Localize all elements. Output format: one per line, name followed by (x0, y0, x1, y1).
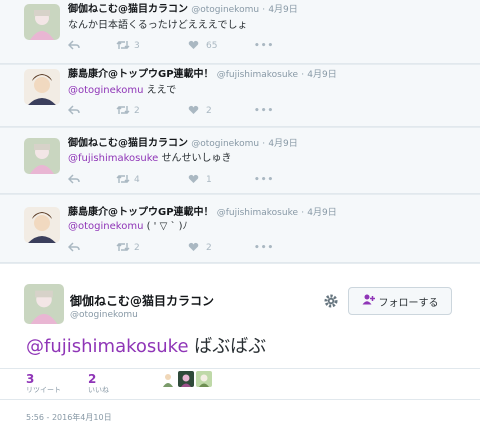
retweet-icon[interactable] (116, 105, 130, 119)
avatar[interactable] (178, 371, 194, 387)
more-icon[interactable]: ••• (254, 105, 274, 117)
tweet-actions: 2 2 ••• (67, 242, 278, 256)
retweet-count: 3 (26, 372, 35, 386)
tweet-header: 藤島康介@トップウGP連載中！ @fujishimakosuke · 4月9日 (68, 69, 337, 80)
avatar[interactable] (160, 371, 176, 387)
tweet-time[interactable]: 4月9日 (307, 70, 336, 80)
heart-icon[interactable] (188, 242, 199, 256)
like-count: 2 (206, 243, 212, 253)
tweet-text: @otoginekomu ( ' ▽ ` )ﾉ (68, 221, 188, 233)
tweet-mention[interactable]: @otoginekomu (68, 221, 143, 232)
tweet-body: ええで (146, 85, 177, 96)
display-name[interactable]: 藤島康介@トップウGP連載中！ (68, 207, 214, 218)
tweet-body: ばぶばぶ (194, 336, 267, 357)
retweet-icon[interactable] (116, 242, 130, 256)
tweet-mention[interactable]: @otoginekomu (68, 85, 143, 96)
tweet-header: 御伽ねこむ@猫目カラコン @otoginekomu · 4月9日 (68, 4, 298, 15)
retweet-stat[interactable]: 3 リツイート (26, 372, 61, 395)
tweet-header: 藤島康介@トップウGP連載中！ @fujishimakosuke · 4月9日 (68, 207, 337, 218)
display-name[interactable]: 御伽ねこむ@猫目カラコン (70, 292, 214, 309)
engagement-stats: 3 リツイート 2 いいね (0, 368, 480, 400)
tweet-text: @fujishimakosuke ばぶばぶ (26, 336, 266, 358)
tweet-actions: 2 2 ••• (67, 105, 278, 119)
user-handle[interactable]: @fujishimakosuke (217, 70, 298, 80)
tweet-mention[interactable]: @fujishimakosuke (68, 153, 158, 164)
reply-icon[interactable] (67, 40, 80, 54)
more-icon[interactable]: ••• (254, 242, 274, 254)
tweet[interactable]: 御伽ねこむ@猫目カラコン @otoginekomu · 4月9日 @fujish… (0, 128, 480, 194)
tweet-body: ( ' ▽ ` )ﾉ (146, 221, 188, 232)
avatar[interactable] (24, 4, 60, 40)
tweet-header: 御伽ねこむ@猫目カラコン @otoginekomu · 4月9日 (68, 138, 298, 149)
reply-icon[interactable] (67, 242, 80, 256)
liker-avatars (160, 371, 212, 387)
heart-icon[interactable] (188, 40, 199, 54)
more-icon[interactable]: ••• (254, 174, 274, 186)
heart-icon[interactable] (188, 105, 199, 119)
retweet-count: 2 (134, 243, 140, 253)
tweet-mention[interactable]: @fujishimakosuke (26, 336, 189, 357)
tweet[interactable]: 御伽ねこむ@猫目カラコン @otoginekomu · 4月9日 なんか日本語く… (0, 0, 480, 64)
tweet-actions: 3 65 ••• (67, 40, 278, 54)
follow-button[interactable]: フォローする (348, 287, 452, 315)
retweet-icon[interactable] (116, 174, 130, 188)
tweet-text: @fujishimakosuke せんせいしゅき (68, 153, 232, 165)
retweet-icon[interactable] (116, 40, 130, 54)
like-stat[interactable]: 2 いいね (88, 372, 109, 395)
tweet-time[interactable]: 4月9日 (307, 208, 336, 218)
display-name[interactable]: 御伽ねこむ@猫目カラコン (68, 138, 188, 149)
display-name[interactable]: 御伽ねこむ@猫目カラコン (68, 4, 188, 15)
tweet-body: なんか日本語くるったけどえええでしょ (68, 20, 248, 31)
follow-label: フォローする (378, 297, 439, 309)
main-tweet: 御伽ねこむ@猫目カラコン @otoginekomu フォローする @fujish… (0, 264, 480, 433)
tweet-actions: 4 1 ••• (67, 174, 278, 188)
tweet[interactable]: 藤島康介@トップウGP連載中！ @fujishimakosuke · 4月9日 … (0, 195, 480, 263)
like-label: いいね (88, 386, 109, 394)
retweet-count: 2 (134, 106, 140, 116)
follow-person-icon (362, 294, 375, 308)
tweet-text: なんか日本語くるったけどえええでしょ (68, 20, 248, 32)
user-handle[interactable]: @otoginekomu (191, 5, 259, 15)
tweet[interactable]: 藤島康介@トップウGP連載中！ @fujishimakosuke · 4月9日 … (0, 65, 480, 127)
retweet-count: 3 (134, 41, 140, 51)
more-icon[interactable]: ••• (254, 40, 274, 52)
heart-icon[interactable] (188, 174, 199, 188)
like-count: 65 (206, 41, 218, 51)
like-count: 2 (206, 106, 212, 116)
display-name[interactable]: 藤島康介@トップウGP連載中！ (68, 69, 214, 80)
tweet-text: @otoginekomu ええで (68, 85, 176, 97)
like-count: 2 (88, 372, 97, 386)
like-count: 1 (206, 175, 212, 185)
avatar[interactable] (24, 69, 60, 105)
reply-icon[interactable] (67, 174, 80, 188)
avatar[interactable] (196, 371, 212, 387)
tweet-body: せんせいしゅき (161, 153, 232, 164)
tweet-time[interactable]: 4月9日 (268, 5, 297, 15)
timestamp[interactable]: 5:56 - 2016年4月10日 (26, 412, 112, 423)
user-handle[interactable]: @otoginekomu (70, 310, 138, 320)
user-handle[interactable]: @fujishimakosuke (217, 208, 298, 218)
user-handle[interactable]: @otoginekomu (191, 139, 259, 149)
retweet-count: 4 (134, 175, 140, 185)
gear-icon[interactable] (322, 292, 340, 310)
avatar[interactable] (24, 207, 60, 243)
retweet-label: リツイート (26, 386, 61, 394)
tweet-time[interactable]: 4月9日 (268, 139, 297, 149)
avatar[interactable] (24, 284, 64, 324)
reply-icon[interactable] (67, 105, 80, 119)
avatar[interactable] (24, 138, 60, 174)
